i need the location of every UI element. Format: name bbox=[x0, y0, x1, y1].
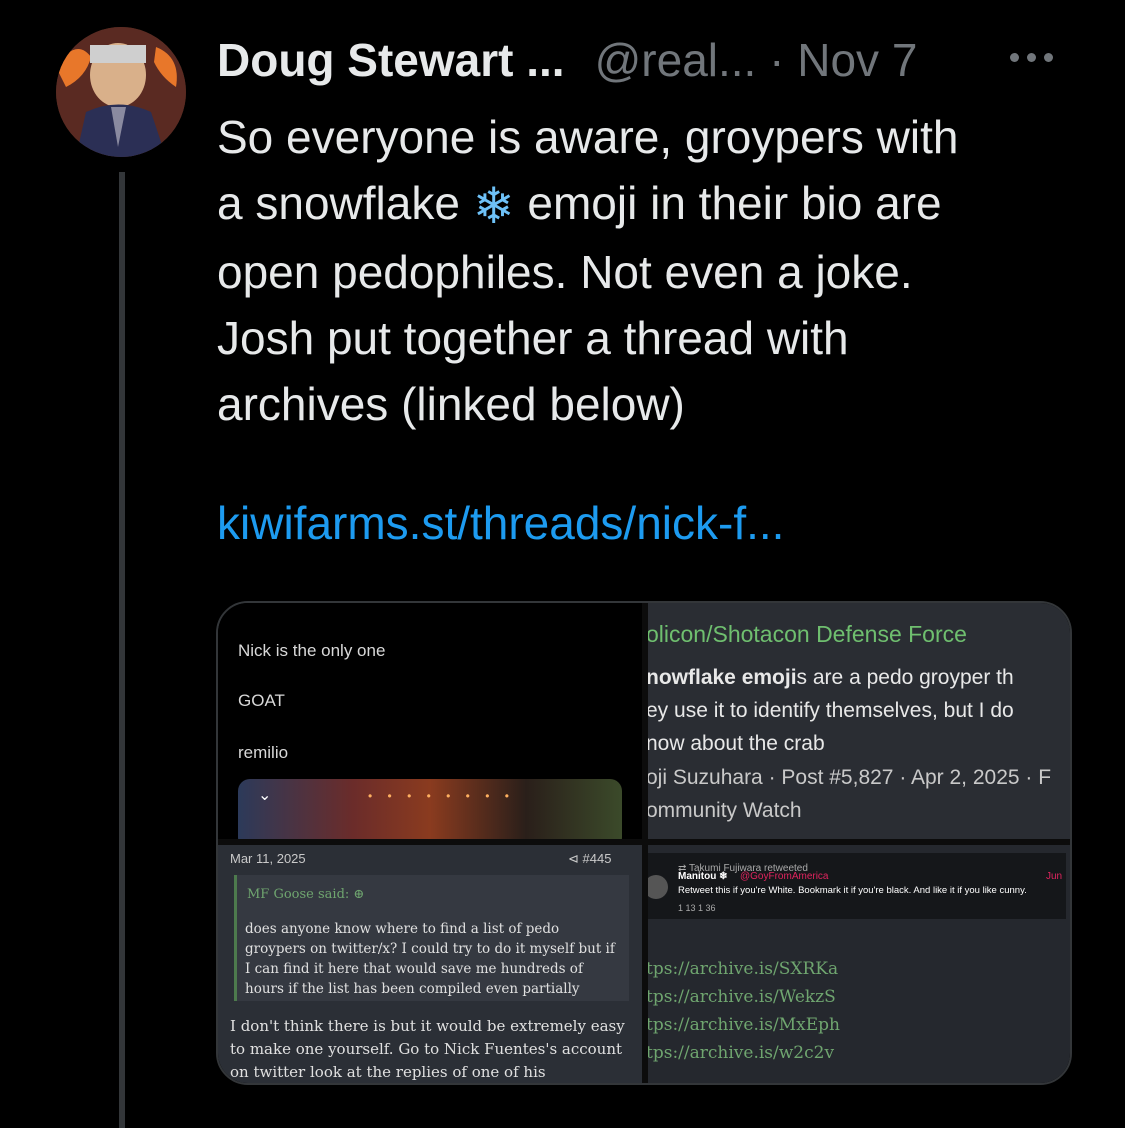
quote-author: MF Goose said: ⊕ bbox=[247, 887, 365, 902]
avatar bbox=[648, 875, 668, 899]
archive-link: tps://archive.is/SXRKa bbox=[648, 959, 839, 979]
screenshot-forum-reply: Mar 11, 2025 ⊲ #445 MF Goose said: ⊕ doe… bbox=[218, 845, 642, 1083]
more-options-icon[interactable] bbox=[1010, 42, 1062, 72]
quote-block: MF Goose said: ⊕ does anyone know where … bbox=[234, 875, 629, 1001]
reply-line: Nick is the only one bbox=[238, 641, 386, 660]
chevron-down-icon: ⌄ bbox=[258, 787, 272, 804]
post-date: Mar 11, 2025 bbox=[230, 851, 306, 866]
thread-line bbox=[119, 172, 125, 1128]
arrow-up-icon: ⊕ bbox=[353, 887, 365, 902]
reply-text: I don't think there is but it would be e… bbox=[230, 1017, 625, 1081]
share-icon: ⊲ bbox=[568, 851, 579, 866]
media-collage[interactable]: Nick is the only one GOAT remilio ⌄ • • … bbox=[216, 601, 1072, 1085]
reply-line: remilio bbox=[238, 743, 289, 762]
video-thumbnail bbox=[238, 779, 622, 839]
snowflake-emoji: ❄ bbox=[472, 178, 515, 234]
author-name[interactable]: Doug Stewart ... bbox=[217, 33, 565, 87]
archive-link: tps://archive.is/MxEph bbox=[648, 1015, 840, 1035]
tweet-header: Doug Stewart ... @real... · Nov 7 bbox=[217, 30, 917, 90]
forum-post-body: nowflake emojis are a pedo groyper th ey… bbox=[648, 666, 1014, 755]
author-handle[interactable]: @real... · Nov 7 bbox=[595, 33, 918, 87]
screenshot-forum-post: olicon/Shotacon Defense Force nowflake e… bbox=[648, 603, 1070, 839]
embedded-text: Retweet this if you're White. Bookmark i… bbox=[678, 885, 1027, 896]
forum-thread-title: olicon/Shotacon Defense Force bbox=[648, 621, 967, 647]
embedded-name: Manitou ❄ bbox=[678, 871, 728, 882]
archive-link: tps://archive.is/w2c2v bbox=[648, 1043, 835, 1063]
quote-text: does anyone know where to find a list of… bbox=[245, 921, 615, 997]
screenshot-archives: ⇄ Takumi Fujiwara retweeted Manitou ❄ @G… bbox=[648, 845, 1070, 1083]
embedded-stats: 1 13 1 36 bbox=[678, 903, 716, 913]
reply-line: GOAT bbox=[238, 691, 285, 710]
embedded-date: Jun bbox=[1046, 871, 1063, 882]
avatar[interactable] bbox=[56, 27, 186, 157]
post-number: ⊲ #445 bbox=[568, 851, 612, 866]
thread-link[interactable]: kiwifarms.st/threads/nick-f... bbox=[217, 496, 784, 550]
tweet-date: Nov 7 bbox=[797, 34, 918, 86]
embedded-tweet: ⇄ Takumi Fujiwara retweeted Manitou ❄ @G… bbox=[648, 853, 1066, 919]
string-lights: • • • • • • • • bbox=[368, 789, 515, 803]
divider bbox=[642, 603, 648, 1083]
screenshot-replies: Nick is the only one GOAT remilio ⌄ • • … bbox=[218, 603, 646, 839]
forum-post-meta: oji Suzuhara · Post #5,827 · Apr 2, 2025… bbox=[648, 766, 1052, 822]
embedded-handle: @GoyFromAmerica bbox=[740, 871, 829, 882]
archive-link: tps://archive.is/WekzS bbox=[648, 987, 836, 1007]
archive-links: tps://archive.is/SXRKa tps://archive.is/… bbox=[648, 955, 840, 1067]
tweet-text: So everyone is aware, groypers with a sn… bbox=[217, 111, 959, 430]
